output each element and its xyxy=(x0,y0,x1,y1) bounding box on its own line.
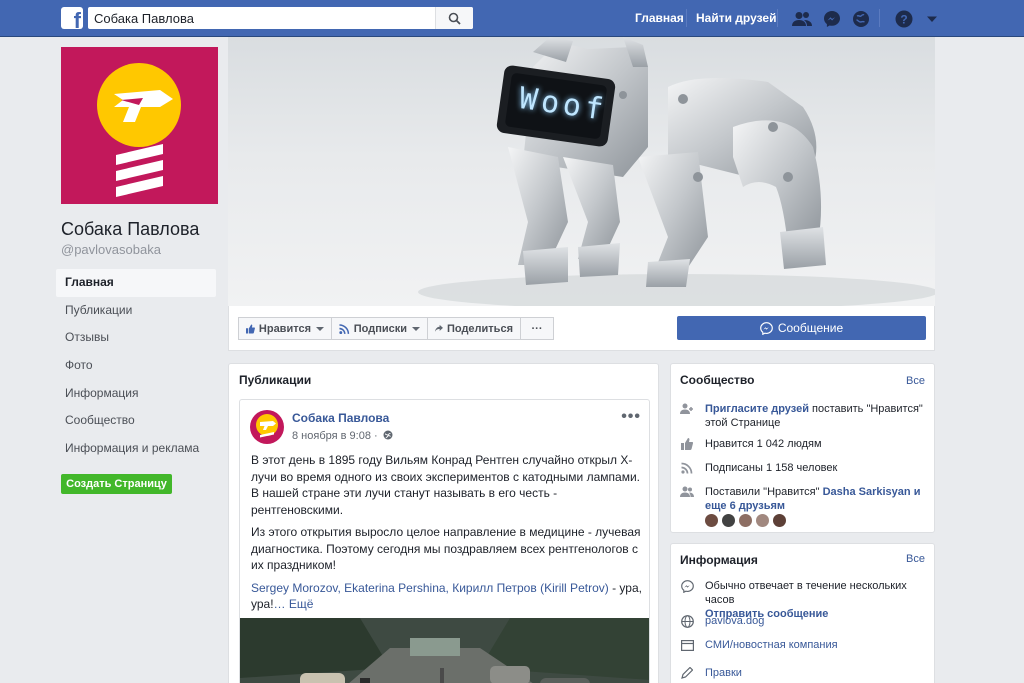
friend-avatar[interactable] xyxy=(756,514,769,527)
post-options-button[interactable]: ••• xyxy=(621,408,641,426)
thumbs-up-icon xyxy=(680,437,694,451)
followers-count-row: Подписаны 1 158 человек xyxy=(680,461,930,475)
info-card: Информация Все Обычно отвечает в течение… xyxy=(670,543,935,683)
publications-heading: Публикации xyxy=(239,373,312,387)
left-nav-info-and-ads[interactable]: Информация и реклама xyxy=(56,435,216,463)
thumbs-up-icon xyxy=(246,324,255,333)
nav-find-friends-link[interactable]: Найти друзей xyxy=(696,11,776,25)
help-icon[interactable]: ? xyxy=(894,9,914,29)
nav-divider xyxy=(879,9,880,27)
post-paragraph: Sergey Morozov, Ekaterina Pershina, Кири… xyxy=(251,580,642,612)
left-nav-photos[interactable]: Фото xyxy=(56,352,216,380)
facebook-logo-icon[interactable]: f xyxy=(61,7,83,29)
like-button[interactable]: Нравится xyxy=(238,317,332,340)
street-photo-illustration xyxy=(240,618,649,683)
friend-avatar[interactable] xyxy=(722,514,735,527)
likes-count-row: Нравится 1 042 людям xyxy=(680,437,930,451)
more-dots-icon: ··· xyxy=(531,322,543,335)
post-card: Собака Павлова 8 ноября в 9:08 · ••• В э… xyxy=(239,399,650,683)
edit-link[interactable]: Правки xyxy=(705,666,930,680)
share-button[interactable]: Поделиться xyxy=(427,317,521,340)
robot-dog-illustration xyxy=(418,37,935,306)
account-menu-icon[interactable] xyxy=(922,9,942,29)
post-mentions-link[interactable]: Sergey Morozov, Ekaterina Pershina, Кири… xyxy=(251,581,609,595)
friends-icon[interactable] xyxy=(792,9,812,29)
notifications-icon[interactable] xyxy=(851,9,871,29)
category-link[interactable]: СМИ/новостная компания xyxy=(705,638,930,652)
friend-avatars xyxy=(705,514,790,527)
post-paragraph: В этот день в 1895 году Вильям Конрад Ре… xyxy=(251,453,640,517)
post-photo[interactable] xyxy=(240,618,649,683)
post-author-avatar[interactable] xyxy=(250,410,284,444)
page-title: Собака Павлова xyxy=(61,219,200,239)
search-icon xyxy=(448,12,461,25)
community-see-all-link[interactable]: Все xyxy=(906,375,925,387)
nav-divider xyxy=(777,9,778,27)
invite-friends-link[interactable]: Пригласите друзей xyxy=(705,403,809,415)
info-heading: Информация xyxy=(680,553,758,567)
friends-icon xyxy=(680,485,694,499)
share-arrow-icon xyxy=(435,324,443,332)
nav-home-link[interactable]: Главная xyxy=(635,11,684,25)
messenger-icon[interactable] xyxy=(822,9,842,29)
send-message-button[interactable]: Сообщение xyxy=(677,316,926,340)
profile-picture[interactable] xyxy=(61,47,218,204)
edit-row: Правки xyxy=(680,666,930,680)
left-nav-about[interactable]: Информация xyxy=(56,380,216,408)
friends-liked-row: Поставили "Нравится" Dasha Sarkisyan и е… xyxy=(680,485,930,513)
friend-avatar[interactable] xyxy=(773,514,786,527)
search-button[interactable] xyxy=(435,7,473,29)
nav-divider xyxy=(686,9,687,27)
left-nav-posts[interactable]: Публикации xyxy=(56,297,216,325)
see-more-link[interactable]: … Ещё xyxy=(274,597,314,611)
pencil-icon xyxy=(680,666,694,680)
friend-avatar[interactable] xyxy=(739,514,752,527)
invite-friends-icon xyxy=(680,402,694,416)
more-options-button[interactable]: ··· xyxy=(520,317,554,340)
svg-text:?: ? xyxy=(900,13,907,27)
post-timestamp[interactable]: 8 ноября в 9:08 · xyxy=(292,430,393,442)
search-box xyxy=(88,7,473,29)
left-navigation: Главная Публикации Отзывы Фото Информаци… xyxy=(56,269,216,463)
pavlov-dog-logo-icon xyxy=(256,414,278,438)
follow-button[interactable]: Подписки xyxy=(331,317,428,340)
category-row: СМИ/новостная компания xyxy=(680,638,930,652)
search-input[interactable] xyxy=(88,7,433,29)
messenger-icon xyxy=(680,579,694,593)
chevron-down-icon xyxy=(412,326,420,331)
post-body: В этот день в 1895 году Вильям Конрад Ре… xyxy=(251,452,644,619)
friend-avatar[interactable] xyxy=(705,514,718,527)
cover-photo[interactable]: Woof xyxy=(228,37,935,306)
newspaper-icon xyxy=(680,638,694,652)
top-navigation-bar: f Главная Найти друзей ? xyxy=(0,0,1024,37)
website-link[interactable]: pavlova.dog xyxy=(705,614,930,628)
page-action-bar: Нравится Подписки Поделиться ··· Сообщен… xyxy=(228,306,935,351)
globe-icon xyxy=(680,614,694,628)
chevron-down-icon xyxy=(316,326,324,331)
post-author-name[interactable]: Собака Павлова xyxy=(292,411,389,425)
pavlov-dog-logo-icon xyxy=(97,63,181,197)
rss-follow-icon xyxy=(680,461,694,475)
left-nav-community[interactable]: Сообщество xyxy=(56,407,216,435)
community-card: Сообщество Все Пригласите друзей постави… xyxy=(670,363,935,533)
community-heading: Сообщество xyxy=(680,373,755,387)
info-see-all-link[interactable]: Все xyxy=(906,553,925,565)
rss-follow-icon xyxy=(339,323,350,334)
left-nav-home[interactable]: Главная xyxy=(56,269,216,297)
website-row: pavlova.dog xyxy=(680,614,930,628)
page-handle[interactable]: @pavlovasobaka xyxy=(61,242,161,257)
messenger-icon xyxy=(759,321,773,335)
publications-section: Публикации Собака Павлова 8 ноября в 9:0… xyxy=(228,363,659,683)
create-page-button[interactable]: Создать Страницу xyxy=(61,474,172,494)
post-paragraph: Из этого открытия выросло целое направле… xyxy=(251,525,641,572)
globe-icon xyxy=(383,430,393,440)
left-nav-reviews[interactable]: Отзывы xyxy=(56,324,216,352)
invite-friends-row: Пригласите друзей поставить "Нравится" э… xyxy=(680,402,930,430)
